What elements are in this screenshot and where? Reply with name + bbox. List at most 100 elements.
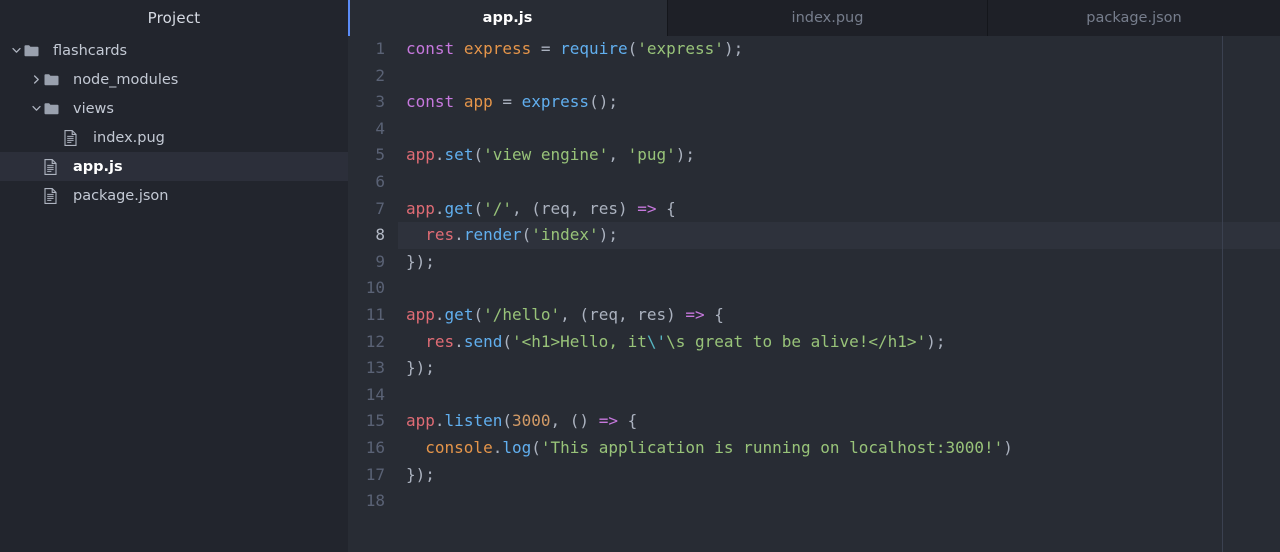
code-line-text: console.log('This application is running… <box>398 435 1280 462</box>
code-token: ); <box>598 225 618 245</box>
file-tree-item-views[interactable]: views <box>0 94 348 123</box>
code-line[interactable]: 14 <box>348 382 1280 409</box>
code-line[interactable]: 1 const express = require('express'); <box>348 36 1280 63</box>
code-token: . <box>434 145 445 165</box>
file-tree-item-package-json[interactable]: package.json <box>0 181 348 210</box>
code-token: , <box>608 145 628 165</box>
code-token: 3000 <box>511 411 551 431</box>
file-tree-item-label: index.pug <box>93 129 165 146</box>
project-sidebar: Project flashcards node_modules views index… <box>0 0 348 552</box>
code-token: ); <box>675 145 696 165</box>
line-number: 13 <box>365 358 385 378</box>
code-line[interactable]: 15 app.listen(3000, () => { <box>348 408 1280 435</box>
code-token: ( <box>627 39 638 58</box>
code-line[interactable]: 6 <box>348 169 1280 196</box>
code-token: = <box>531 39 561 58</box>
code-token: get <box>444 198 474 218</box>
code-token: 'index' <box>531 225 599 245</box>
code-line[interactable]: 17}); <box>348 462 1280 489</box>
file-tree-item-label: app.js <box>73 158 123 175</box>
code-token: express <box>521 92 590 112</box>
code-token: 'pug' <box>627 145 676 165</box>
code-token: , () <box>550 411 599 431</box>
chevron-down-icon[interactable] <box>8 47 24 54</box>
code-line[interactable]: 5 app.set('view engine', 'pug'); <box>348 142 1280 169</box>
code-token: express <box>463 39 532 58</box>
folder-icon <box>44 73 66 86</box>
code-area[interactable]: 1 const express = require('express'); 2 3 co… <box>348 36 1280 552</box>
editor-tab-package-json[interactable]: package.json <box>988 0 1280 36</box>
file-icon <box>44 158 66 175</box>
code-token: app <box>406 145 435 165</box>
code-line[interactable]: 4 <box>348 116 1280 143</box>
file-tree-item-index-pug[interactable]: index.pug <box>0 123 348 152</box>
code-token: . <box>492 437 503 457</box>
code-line[interactable]: 2 <box>348 63 1280 90</box>
line-number: 16 <box>365 437 385 457</box>
code-token: . <box>434 411 445 431</box>
line-number: 1 <box>375 39 385 58</box>
file-tree-item-flashcards[interactable]: flashcards <box>0 36 348 65</box>
code-line[interactable]: 12 res.send('<h1>Hello, it\'\s great to … <box>348 329 1280 356</box>
folder-icon <box>24 44 46 57</box>
code-lines: 1 const express = require('express'); 2 3 co… <box>348 36 1280 515</box>
code-token: }); <box>406 464 435 484</box>
code-token: . <box>434 198 445 218</box>
code-token: const <box>406 39 455 58</box>
code-token: , ( <box>560 304 590 324</box>
editor-tab-app-js[interactable]: app.js <box>348 0 668 36</box>
line-number: 9 <box>375 251 385 271</box>
code-line[interactable]: 13}); <box>348 355 1280 382</box>
code-line[interactable]: 16 console.log('This application is runn… <box>348 435 1280 462</box>
code-token: ) <box>666 304 686 324</box>
code-line[interactable]: 11 app.get('/hello', (req, res) => { <box>348 302 1280 329</box>
code-line[interactable]: 3 const app = express(); <box>348 89 1280 116</box>
code-token: { <box>656 198 676 218</box>
file-tree: flashcards node_modulesviews index.pug app.… <box>0 36 348 210</box>
code-line-current[interactable]: 8 res.render('index'); <box>348 222 1280 249</box>
editor-tab-index-pug[interactable]: index.pug <box>668 0 988 36</box>
editor-tab-bar: app.js index.pug package.json <box>348 0 1280 36</box>
code-token: req, res <box>589 304 667 324</box>
file-tree-item-app-js[interactable]: app.js <box>0 152 348 181</box>
chevron-right-icon[interactable] <box>28 75 44 84</box>
code-token: app <box>406 411 435 431</box>
code-token: ) <box>1003 437 1013 457</box>
code-token: . <box>454 331 464 351</box>
code-token: res <box>425 225 455 245</box>
code-token: { <box>617 411 638 431</box>
code-line-text: app.get('/hello', (req, res) => { <box>398 302 1280 329</box>
file-icon <box>64 129 86 146</box>
code-line[interactable]: 9}); <box>348 249 1280 276</box>
code-token: }); <box>406 251 435 271</box>
code-line[interactable]: 10 <box>348 275 1280 302</box>
code-token: '/hello' <box>483 304 561 324</box>
line-number: 6 <box>375 171 385 191</box>
code-token: 'view engine' <box>483 145 609 165</box>
line-number: 10 <box>365 278 385 298</box>
file-tree-item-node-modules[interactable]: node_modules <box>0 65 348 94</box>
code-token: listen <box>444 411 503 431</box>
code-line[interactable]: 7 app.get('/', (req, res) => { <box>348 196 1280 223</box>
code-token: require <box>560 39 628 58</box>
file-tree-item-label: node_modules <box>73 71 179 88</box>
code-token: const <box>406 92 455 112</box>
code-token: '<h1>Hello, it <box>511 331 647 351</box>
code-token: => <box>637 198 657 218</box>
code-token: ) <box>617 198 638 218</box>
code-token: ( <box>473 198 484 218</box>
chevron-down-icon[interactable] <box>28 105 44 112</box>
code-token: ( <box>521 225 532 245</box>
code-token: ( <box>502 331 512 351</box>
code-token: app <box>463 92 493 112</box>
code-line-text: }); <box>398 249 1280 276</box>
code-token: ); <box>926 331 946 351</box>
code-line-text: app.listen(3000, () => { <box>398 408 1280 435</box>
code-token: ( <box>473 304 484 324</box>
line-number: 7 <box>375 198 385 218</box>
code-line[interactable]: 18 <box>348 488 1280 515</box>
